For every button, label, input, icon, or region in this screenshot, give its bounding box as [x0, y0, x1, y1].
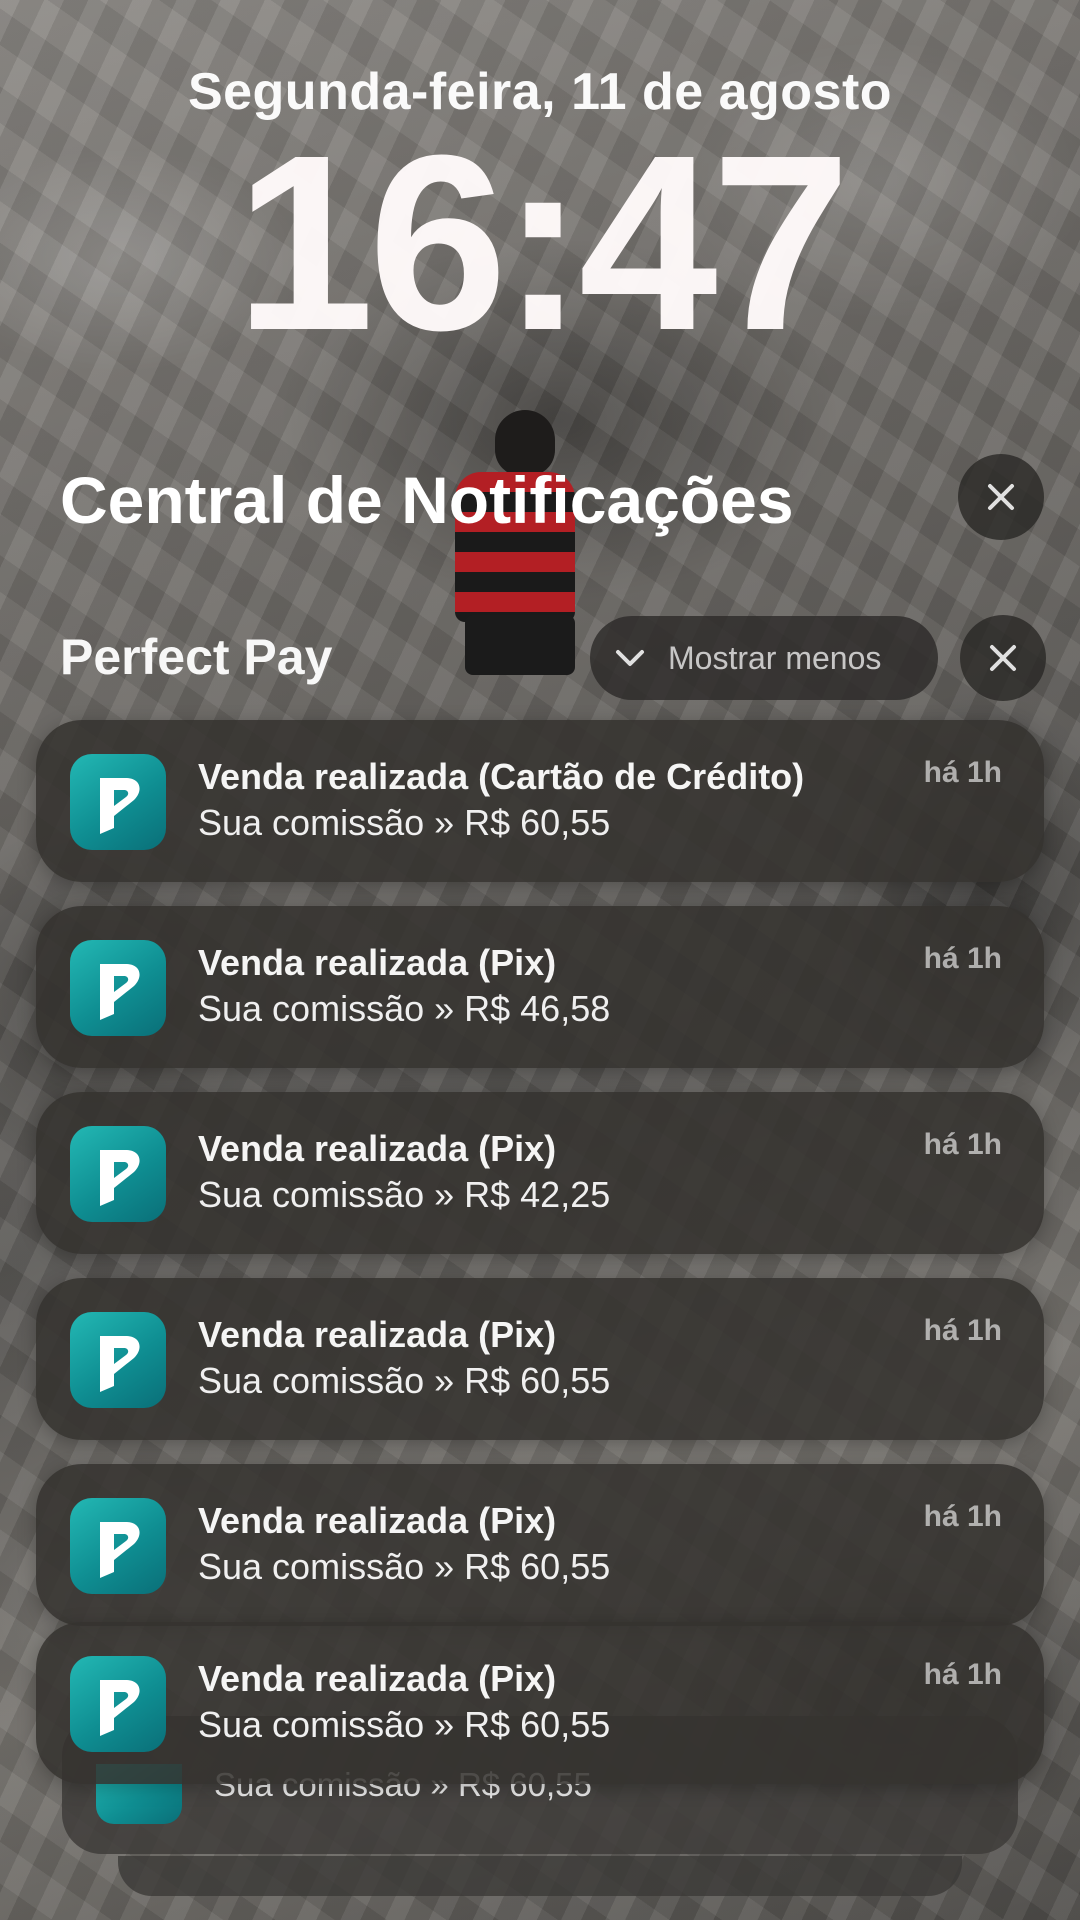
notification-time: há 1h: [923, 756, 1002, 789]
notification-title: Venda realizada (Pix): [198, 1314, 557, 1355]
notification-time: há 1h: [923, 1128, 1002, 1161]
notification-card[interactable]: Venda realizada (Pix) Sua comissão » R$ …: [36, 1278, 1044, 1440]
notification-title: Venda realizada (Pix): [198, 1500, 557, 1541]
notification-title: Venda realizada (Pix): [198, 942, 557, 983]
perfect-pay-logo-icon: [70, 1498, 166, 1594]
notification-card[interactable]: Venda realizada (Pix) Sua comissão » R$ …: [36, 1622, 1044, 1784]
perfect-pay-logo-icon: [70, 1312, 166, 1408]
perfect-pay-logo-icon: [70, 754, 166, 850]
notification-body: Sua comissão » R$ 60,55: [198, 1704, 611, 1745]
group-app-name: Perfect Pay: [60, 629, 333, 685]
notification-time: há 1h: [923, 1658, 1002, 1691]
notification-title: Venda realizada (Pix): [198, 1658, 557, 1699]
show-less-label: Mostrar menos: [668, 639, 882, 676]
notification-title: Venda realizada (Cartão de Crédito): [198, 756, 805, 797]
notification-card[interactable]: Venda realizada (Pix) Sua comissão » R$ …: [36, 1092, 1044, 1254]
notification-time: há 1h: [923, 1314, 1002, 1347]
chevron-down-icon: [616, 650, 644, 666]
perfect-pay-logo-icon: [70, 940, 166, 1036]
notification-body: Sua comissão » R$ 46,58: [198, 988, 611, 1029]
notification-body: Sua comissão » R$ 42,25: [198, 1174, 611, 1215]
person-shorts: [465, 615, 575, 675]
close-icon: [990, 645, 1016, 671]
notification-time: há 1h: [923, 1500, 1002, 1533]
notification-body: Sua comissão » R$ 60,55: [198, 1360, 611, 1401]
notification-body: Sua comissão » R$ 60,55: [198, 802, 611, 843]
lockscreen-clock: 16:47: [235, 103, 850, 382]
show-less-button[interactable]: Mostrar menos: [590, 616, 938, 700]
close-icon: [988, 484, 1014, 510]
stacked-notification-edge: [118, 1856, 962, 1896]
wallpaper-person: [450, 410, 590, 710]
notification-card[interactable]: Venda realizada (Pix) Sua comissão » R$ …: [36, 906, 1044, 1068]
notification-card[interactable]: Venda realizada (Cartão de Crédito) Sua …: [36, 720, 1044, 882]
perfect-pay-logo-icon: [70, 1656, 166, 1752]
notification-title: Venda realizada (Pix): [198, 1128, 557, 1169]
notification-center-title: Central de Notificações: [60, 463, 794, 537]
clear-all-button[interactable]: [958, 454, 1044, 540]
notification-card[interactable]: Venda realizada (Pix) Sua comissão » R$ …: [36, 1464, 1044, 1626]
notification-time: há 1h: [923, 942, 1002, 975]
perfect-pay-logo-icon: [70, 1126, 166, 1222]
notification-body: Sua comissão » R$ 60,55: [198, 1546, 611, 1587]
clear-group-button[interactable]: [960, 615, 1046, 701]
